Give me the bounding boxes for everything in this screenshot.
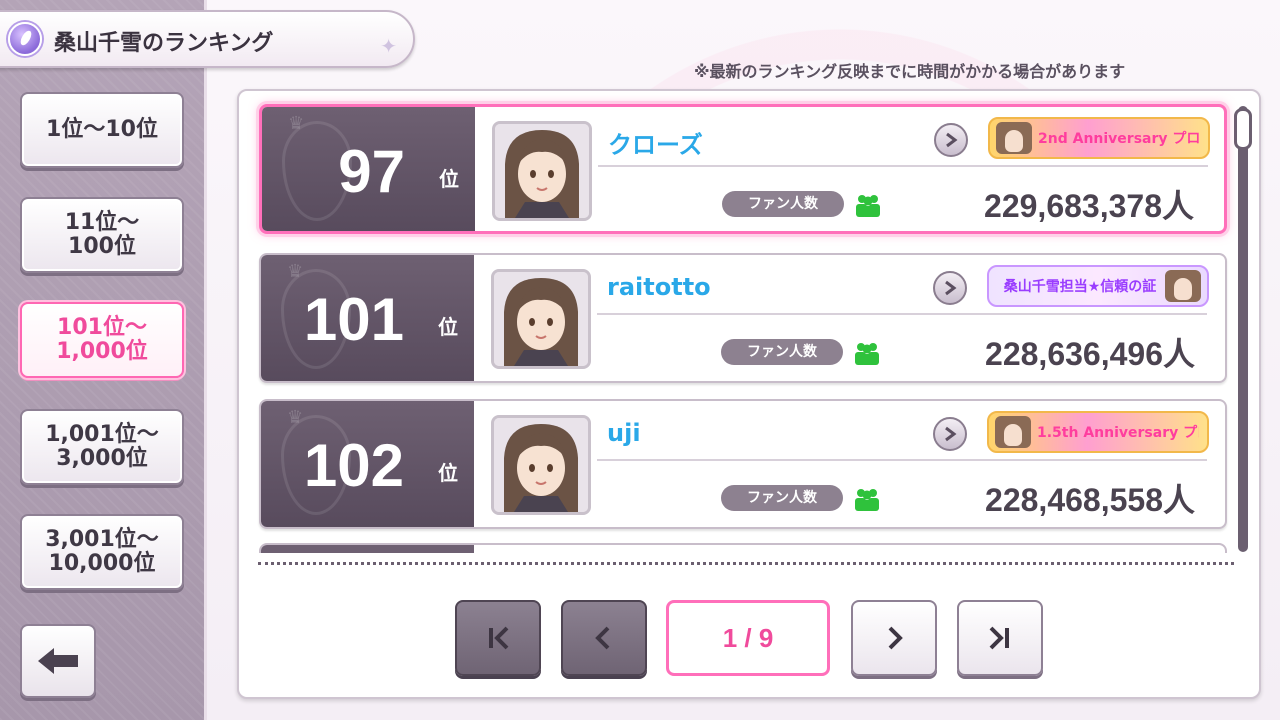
badge-text: 桑山千雪担当★信頼の証 <box>1003 279 1157 295</box>
player-avatar <box>492 121 592 221</box>
crown-icon: ♛ <box>288 113 305 134</box>
dotted-divider <box>258 562 1234 565</box>
fan-count-label: ファン人数 <box>721 485 843 511</box>
range-button-1001-3000[interactable]: 1,001位～ 3,000位 <box>20 409 184 485</box>
player-name[interactable]: raitotto <box>607 273 711 301</box>
ranking-row[interactable]: ♛ 101 位 raitotto 桑山千雪担当★信頼の証 ファン人数 228,6… <box>259 253 1227 383</box>
rank-number: 97 <box>338 138 405 205</box>
next-page-button[interactable] <box>851 600 937 676</box>
title-badge: 2nd Anniversary プロデューサーカップ <box>988 117 1210 159</box>
scrollbar-thumb[interactable] <box>1234 108 1252 150</box>
ranking-row[interactable]: ♛ 102 位 uji 1.5th Anniversary プロデューサーカップ… <box>259 399 1227 529</box>
detail-button[interactable] <box>933 417 967 451</box>
player-avatar <box>491 269 591 369</box>
player-name[interactable]: uji <box>607 419 641 447</box>
chevron-right-icon <box>888 626 903 650</box>
title-badge: 1.5th Anniversary プロデューサーカップ <box>987 411 1209 453</box>
badge-portrait <box>995 416 1031 448</box>
fans-icon <box>855 489 879 511</box>
chevron-right-icon <box>946 132 958 148</box>
divider <box>597 459 1207 461</box>
title-badge: 桑山千雪担当★信頼の証 <box>987 265 1209 307</box>
fans-icon <box>856 195 880 217</box>
badge-text: 1.5th Anniversary プロデューサーカップ <box>1037 425 1199 441</box>
fan-count-label: ファン人数 <box>722 191 844 217</box>
divider <box>597 313 1207 315</box>
chevron-left-icon <box>595 626 610 650</box>
skip-first-icon <box>489 626 509 650</box>
first-page-button[interactable] <box>455 600 541 676</box>
update-notice: ※最新のランキング反映までに時間がかかる場合があります <box>694 62 1126 81</box>
title-bar: 桑山千雪のランキング ✦ <box>0 10 415 68</box>
scrollbar-track[interactable] <box>1238 106 1248 552</box>
skip-last-icon <box>989 626 1009 650</box>
rank-suffix: 位 <box>438 461 458 485</box>
badge-portrait <box>996 122 1032 154</box>
fan-count: 229,683,378人 <box>984 188 1194 224</box>
idol-icon <box>8 22 42 56</box>
left-arrow-icon <box>38 648 78 674</box>
detail-button[interactable] <box>933 271 967 305</box>
range-button-11-100[interactable]: 11位～ 100位 <box>20 197 184 273</box>
fans-icon <box>855 343 879 365</box>
back-button[interactable] <box>20 624 96 698</box>
rank-suffix: 位 <box>438 315 458 339</box>
rank-box: ♛ 102 位 <box>261 401 474 527</box>
range-button-3001-10000[interactable]: 3,001位～ 10,000位 <box>20 514 184 590</box>
player-avatar <box>491 415 591 515</box>
rank-number: 102 <box>303 432 404 499</box>
crown-icon: ♛ <box>287 261 304 282</box>
crown-icon: ♛ <box>287 407 304 428</box>
page-indicator: 1 / 9 <box>666 600 830 676</box>
rank-number: 101 <box>303 286 404 353</box>
chevron-right-icon <box>945 426 957 442</box>
page-title: 桑山千雪のランキング <box>54 31 274 56</box>
range-button-1-10[interactable]: 1位～10位 <box>20 92 184 168</box>
detail-button[interactable] <box>934 123 968 157</box>
chevron-right-icon <box>945 280 957 296</box>
rank-box: ♛ 97 位 <box>262 107 475 231</box>
fan-count: 228,468,558人 <box>985 482 1195 518</box>
sparkle-icon: ✦ <box>380 34 397 58</box>
ranking-row[interactable]: ♛ 97 位 クローズ 2nd Anniversary プロデューサーカップ フ… <box>259 104 1227 234</box>
badge-portrait <box>1165 270 1201 302</box>
rank-suffix: 位 <box>439 167 459 191</box>
prev-page-button[interactable] <box>561 600 647 676</box>
divider <box>598 165 1208 167</box>
range-button-101-1000[interactable]: 101位～ 1,000位 <box>20 302 184 378</box>
badge-text: 2nd Anniversary プロデューサーカップ <box>1038 131 1200 147</box>
rank-box: ♛ 101 位 <box>261 255 474 381</box>
fan-count-label: ファン人数 <box>721 339 843 365</box>
last-page-button[interactable] <box>957 600 1043 676</box>
player-name[interactable]: クローズ <box>608 125 703 160</box>
next-row-peek <box>259 543 1227 553</box>
fan-count: 228,636,496人 <box>985 336 1195 372</box>
